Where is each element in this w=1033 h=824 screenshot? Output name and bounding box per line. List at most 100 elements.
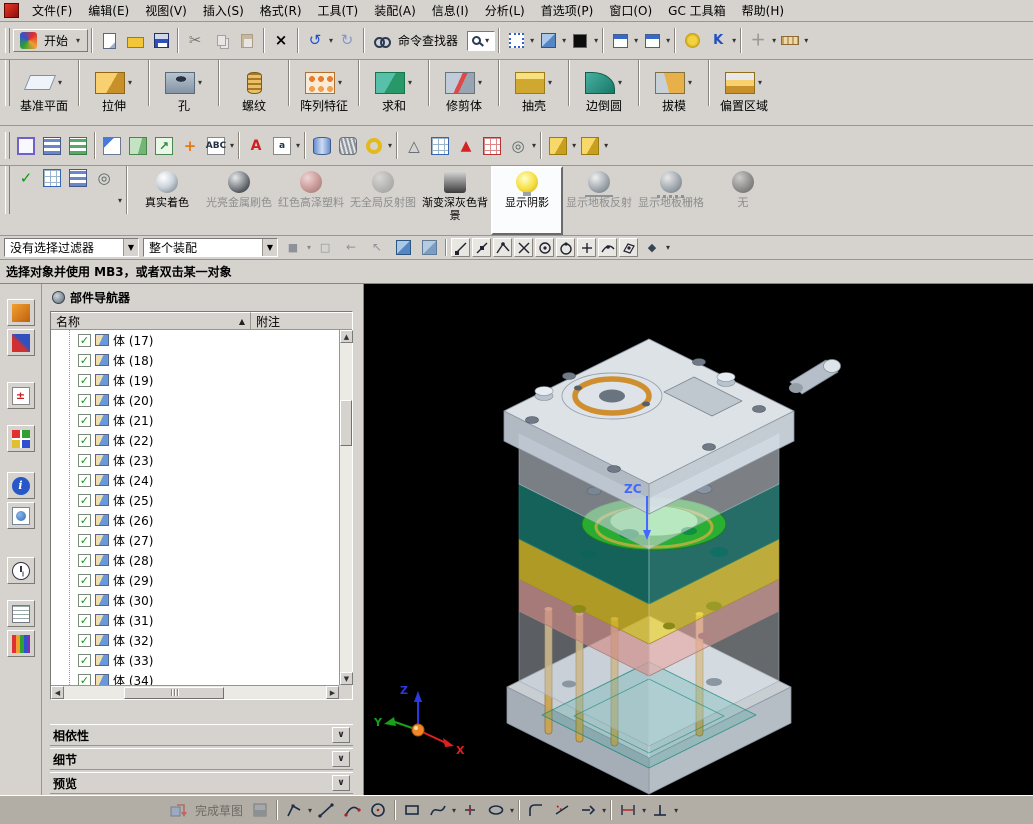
tree-item[interactable]: ✓ 体 (29) (51, 570, 339, 590)
expression-tab[interactable]: ± (6, 382, 35, 409)
undo-dropdown-icon[interactable]: ▾ (329, 36, 333, 45)
line-tool[interactable] (314, 799, 338, 821)
menu-edit[interactable]: 编辑(E) (80, 0, 137, 22)
chevron-down-icon[interactable]: ▾ (452, 806, 456, 815)
copy-button[interactable] (209, 29, 233, 53)
vertical-scrollbar[interactable]: ▲ ▼ (339, 330, 353, 685)
arc-tool[interactable] (340, 799, 364, 821)
visibility-checkbox[interactable]: ✓ (78, 533, 91, 547)
visibility-checkbox[interactable]: ✓ (78, 513, 91, 527)
chevron-down-icon[interactable]: ∨ (332, 727, 350, 743)
chevron-down-icon[interactable]: ▼ (123, 239, 138, 256)
part-navigator-tab[interactable] (6, 425, 35, 452)
tree-item[interactable]: ✓ 体 (19) (51, 370, 339, 390)
chevron-down-icon[interactable]: ▾ (530, 36, 534, 45)
previous-selection-button[interactable]: ← (339, 236, 363, 260)
chevron-down-icon[interactable]: ▾ (478, 78, 482, 87)
chevron-down-icon[interactable]: ▾ (572, 141, 576, 150)
feature-trim-body-button[interactable]: ▾ 修剪体 (433, 60, 495, 125)
measure-distance-button[interactable] (778, 29, 802, 53)
chevron-down-icon[interactable]: ▾ (772, 36, 776, 45)
visibility-checkbox[interactable]: ✓ (78, 453, 91, 467)
deselect-button[interactable]: □ (313, 236, 337, 260)
ellipse-tool[interactable] (484, 799, 508, 821)
chevron-down-icon[interactable]: ▾ (732, 36, 736, 45)
chevron-down-icon[interactable]: ∨ (332, 751, 350, 767)
feature-draft-button[interactable]: ▾ 拔模 (643, 60, 705, 125)
feature-shell-button[interactable]: ▾ 抽壳 (503, 60, 565, 125)
notes-tab[interactable] (6, 600, 35, 627)
details-section-bar[interactable]: 细节 ∨ (50, 748, 353, 770)
chevron-down-icon[interactable]: ▾ (388, 141, 392, 150)
history-tab[interactable] (6, 557, 35, 584)
tree-item[interactable]: ✓ 体 (23) (51, 450, 339, 470)
horizontal-scroll-thumb[interactable] (124, 686, 224, 699)
scene-settings-button[interactable] (40, 166, 64, 190)
point-tool[interactable] (458, 799, 482, 821)
chevron-down-icon[interactable]: ▾ (634, 36, 638, 45)
scroll-left-button[interactable]: ◀ (51, 686, 64, 699)
menu-window[interactable]: 窗口(O) (601, 0, 660, 22)
chevron-down-icon[interactable]: ▾ (198, 78, 202, 87)
window-cascade-button[interactable] (640, 29, 664, 53)
feature-pattern-button[interactable]: ▾ 阵列特征 (293, 60, 355, 125)
chevron-down-icon[interactable]: ▾ (642, 806, 646, 815)
finish-sketch-button[interactable] (166, 799, 190, 821)
tree-item[interactable]: ✓ 体 (27) (51, 530, 339, 550)
tree-item[interactable]: ✓ 体 (20) (51, 390, 339, 410)
tree-item[interactable]: ✓ 体 (31) (51, 610, 339, 630)
visibility-checkbox[interactable]: ✓ (78, 333, 91, 347)
view-triad[interactable]: Z Y X (373, 684, 465, 757)
selection-filter-dropdown[interactable]: 没有选择过滤器 ▼ (4, 238, 139, 257)
dependencies-section-bar[interactable]: 相依性 ∨ (50, 724, 353, 746)
chevron-down-icon[interactable]: ▼ (262, 239, 277, 256)
chevron-down-icon[interactable]: ▾ (308, 806, 312, 815)
note-button[interactable]: a (270, 134, 294, 158)
feature-offset-region-button[interactable]: ▾ 偏置区域 (713, 60, 775, 125)
verify-button[interactable]: ✓ (14, 166, 38, 190)
render-bright-metal-button[interactable]: 光亮金属刷色 (203, 166, 275, 235)
visibility-checkbox[interactable]: ✓ (78, 553, 91, 567)
chevron-down-icon[interactable]: ▾ (666, 36, 670, 45)
mold-3d-model[interactable] (503, 338, 841, 795)
chevron-down-icon[interactable]: ▾ (296, 141, 300, 150)
note-column-header[interactable]: 附注 (251, 312, 352, 329)
sketch-shade-button[interactable] (248, 799, 272, 821)
visual-compare-button[interactable]: ◎ (92, 166, 116, 190)
snap-point-on-curve-toggle[interactable] (598, 238, 618, 257)
chevron-down-icon[interactable]: ▾ (594, 36, 598, 45)
chevron-down-icon[interactable]: ▾ (548, 78, 552, 87)
chevron-down-icon[interactable]: ▾ (230, 141, 234, 150)
material-table-button[interactable] (66, 166, 90, 190)
rings-button[interactable]: ◎ (506, 134, 530, 158)
name-column-header[interactable]: 名称 ▲ (51, 312, 251, 329)
chevron-down-icon[interactable]: ▾ (618, 78, 622, 87)
fillet-tool[interactable] (524, 799, 548, 821)
feature-thread-button[interactable]: 螺纹 (223, 60, 285, 125)
tree-item[interactable]: ✓ 体 (33) (51, 650, 339, 670)
new-file-button[interactable] (97, 29, 121, 53)
datum-plane-small-button[interactable] (126, 134, 150, 158)
horizontal-scrollbar[interactable]: ◀ ▶ (51, 685, 339, 699)
chevron-down-icon[interactable]: ▾ (532, 141, 536, 150)
circle-tool[interactable] (366, 799, 390, 821)
wireframe-select-button[interactable] (417, 236, 441, 260)
command-finder-searchbox[interactable]: ▾ (467, 30, 496, 51)
menu-view[interactable]: 视图(V) (137, 0, 195, 22)
shaded-select-button[interactable] (391, 236, 415, 260)
chevron-down-icon[interactable]: ▾ (408, 78, 412, 87)
delete-button[interactable]: × (269, 29, 293, 53)
menu-information[interactable]: 信息(I) (424, 0, 477, 22)
constraint-tool[interactable] (648, 799, 672, 821)
snap-existing-point-toggle[interactable] (577, 238, 597, 257)
snap-point-on-face-toggle[interactable] (619, 238, 639, 257)
tree-item[interactable]: ✓ 体 (30) (51, 590, 339, 610)
chevron-down-icon[interactable]: ▾ (688, 78, 692, 87)
web-browser-tab[interactable] (6, 502, 35, 529)
menu-preferences[interactable]: 首选项(P) (533, 0, 602, 22)
feature-edge-blend-button[interactable]: ▾ 边倒圆 (573, 60, 635, 125)
menu-tools[interactable]: 工具(T) (310, 0, 367, 22)
tree-item[interactable]: ✓ 体 (26) (51, 510, 339, 530)
chevron-down-icon[interactable]: ▾ (804, 36, 808, 45)
preview-section-bar[interactable]: 预览 ∨ (50, 772, 353, 794)
